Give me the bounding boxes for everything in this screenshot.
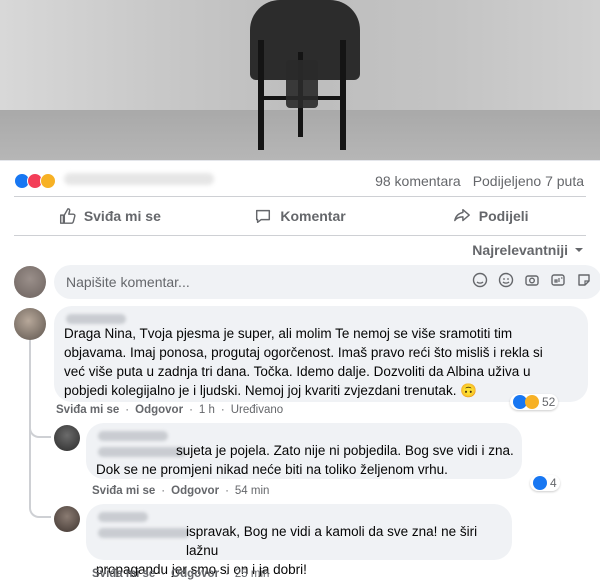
comment-reply-button[interactable]: Odgovor <box>135 404 183 416</box>
reply-text: sujeta je pojela. Zato nije ni pobjedila… <box>96 441 526 479</box>
comment-like-button[interactable]: Sviđa mi se <box>56 404 119 416</box>
reactors-names-blurred[interactable] <box>64 173 214 185</box>
like-label: Sviđa mi se <box>83 208 161 224</box>
replier-name-blurred[interactable] <box>98 431 168 441</box>
separator: · <box>125 404 130 416</box>
comment-line: objavama. Imaj ponosa, progutaj ogorčeno… <box>64 345 543 360</box>
comment-line: Draga Nina, Tvoja pjesma je super, ali m… <box>64 326 513 341</box>
comment-input-placeholder: Napišite komentar... <box>66 274 190 290</box>
avatar-sticker-icon[interactable] <box>472 272 488 288</box>
comments-count[interactable]: 98 komentara <box>375 173 461 189</box>
haha-reaction-icon <box>525 395 539 409</box>
reply-reactions[interactable]: 4 <box>530 475 560 491</box>
thread-connector <box>29 500 51 518</box>
like-button[interactable]: Sviđa mi se <box>14 197 205 235</box>
separator: · <box>189 404 193 416</box>
comment-label: Komentar <box>280 208 346 224</box>
separator: · <box>225 568 229 580</box>
current-user-avatar[interactable] <box>14 266 46 298</box>
separator: · <box>161 485 166 497</box>
reply-line: Dok se ne promjeni nikad neće biti na to… <box>96 462 448 477</box>
thumbs-up-icon <box>59 208 76 224</box>
haha-reaction-icon <box>40 173 56 189</box>
comment-line: već više puta u zadnja tri dana. Točka. … <box>64 364 531 379</box>
reaction-count: 52 <box>542 395 556 409</box>
comment-bubble: Draga Nina, Tvoja pjesma je super, ali m… <box>54 306 588 402</box>
composer-tools <box>472 272 592 288</box>
reply-reply-button[interactable]: Odgovor <box>171 568 219 580</box>
comment-meta: Sviđa mi se · Odgovor · 1 h · Uređivano <box>56 404 283 416</box>
comment-reactions[interactable]: 52 <box>510 394 559 410</box>
gif-icon[interactable] <box>550 272 566 288</box>
post-photo[interactable] <box>0 0 600 160</box>
thread-connector <box>29 420 51 438</box>
comment-edited[interactable]: Uređivano <box>231 404 283 416</box>
like-reaction-icon <box>533 476 547 490</box>
reply-meta: Sviđa mi se · Odgovor · 54 min <box>92 485 269 497</box>
reply-bubble: sujeta je pojela. Zato nije ni pobjedila… <box>86 423 522 479</box>
reaction-summary[interactable] <box>14 173 56 189</box>
comment-sort-dropdown[interactable]: Najrelevantniji <box>472 242 584 258</box>
post-stats: 98 komentara Podijeljeno 7 puta <box>0 160 600 196</box>
replier-name-blurred[interactable] <box>98 512 148 522</box>
reply-item: ispravak, Bog ne vidi a kamoli da sve zn… <box>54 504 590 586</box>
reply-time[interactable]: 25 min <box>235 568 270 580</box>
share-icon <box>453 208 470 222</box>
reaction-count: 4 <box>550 476 557 490</box>
post-action-bar: Sviđa mi se Komentar Podijeli <box>14 196 586 236</box>
reply-time[interactable]: 54 min <box>235 485 270 497</box>
comment-composer: Napišite komentar... <box>14 265 600 299</box>
camera-icon[interactable] <box>524 272 540 288</box>
separator: · <box>225 485 229 497</box>
reply-item: sujeta je pojela. Zato nije ni pobjedila… <box>54 423 590 503</box>
comment-text: Draga Nina, Tvoja pjesma je super, ali m… <box>64 324 584 400</box>
replier-avatar[interactable] <box>54 425 80 451</box>
reply-reply-button[interactable]: Odgovor <box>171 485 219 497</box>
sticker-icon[interactable] <box>576 272 592 288</box>
share-label: Podijeli <box>478 208 529 224</box>
photo-stool-leg <box>340 40 346 150</box>
reply-line: sujeta je pojela. Zato nije ni pobjedila… <box>176 443 514 458</box>
reply-like-button[interactable]: Sviđa mi se <box>92 485 155 497</box>
replier-avatar[interactable] <box>54 506 80 532</box>
comment-button[interactable]: Komentar <box>205 197 396 235</box>
comment-line: pobjedi kolegijalno je i ljudski. Nemoj … <box>64 383 478 398</box>
comment-item: Draga Nina, Tvoja pjesma je super, ali m… <box>14 306 590 418</box>
separator: · <box>220 404 225 416</box>
photo-legs <box>286 60 318 108</box>
reply-bubble: ispravak, Bog ne vidi a kamoli da sve zn… <box>86 504 512 577</box>
commenter-avatar[interactable] <box>14 308 46 340</box>
shares-count[interactable]: Podijeljeno 7 puta <box>473 173 584 189</box>
photo-stool-leg <box>258 40 264 150</box>
comment-time[interactable]: 1 h <box>199 404 215 416</box>
separator: · <box>161 568 166 580</box>
comment-icon <box>256 209 271 224</box>
sort-label: Najrelevantniji <box>472 242 568 258</box>
commenter-name-blurred[interactable] <box>66 314 126 324</box>
reply-like-button[interactable]: Sviđa mi se <box>92 568 155 580</box>
comment-input[interactable]: Napišite komentar... <box>54 265 600 299</box>
reply-line: ispravak, Bog ne vidi a kamoli da sve zn… <box>186 524 478 558</box>
reply-meta: Sviđa mi se · Odgovor · 25 min <box>92 568 269 580</box>
share-button[interactable]: Podijeli <box>395 197 586 235</box>
emoji-icon[interactable] <box>498 272 514 288</box>
chevron-down-icon <box>575 248 583 252</box>
